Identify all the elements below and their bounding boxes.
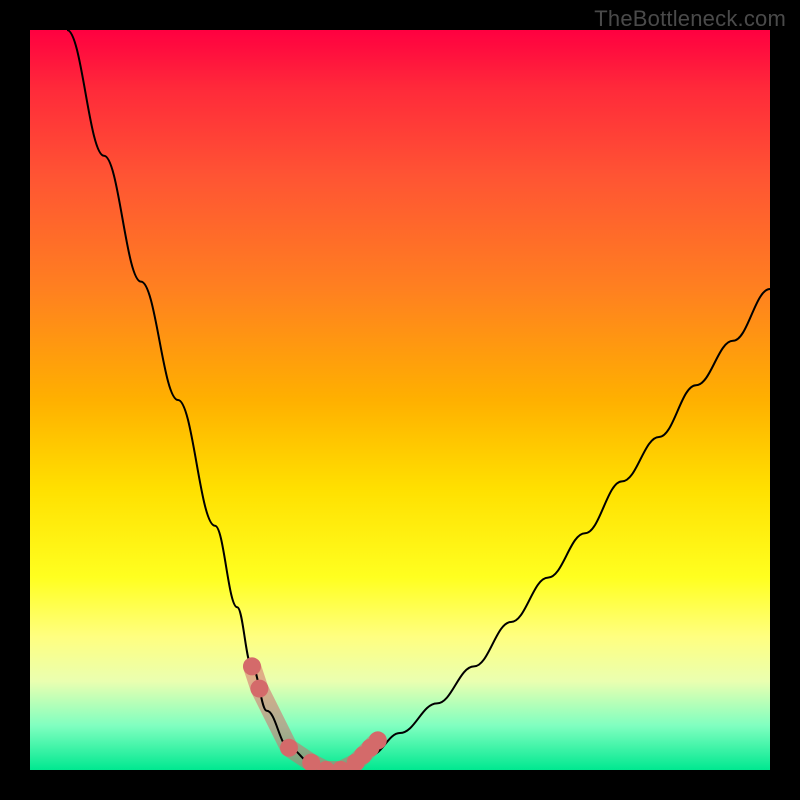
highlight-marker xyxy=(369,731,387,749)
watermark-text: TheBottleneck.com xyxy=(594,6,786,32)
bottleneck-curve-path xyxy=(67,30,770,770)
highlight-marker xyxy=(280,739,298,757)
chart-svg xyxy=(30,30,770,770)
highlight-marker xyxy=(243,657,261,675)
plot-area xyxy=(30,30,770,770)
chart-frame: TheBottleneck.com xyxy=(0,0,800,800)
highlight-marker xyxy=(250,680,268,698)
